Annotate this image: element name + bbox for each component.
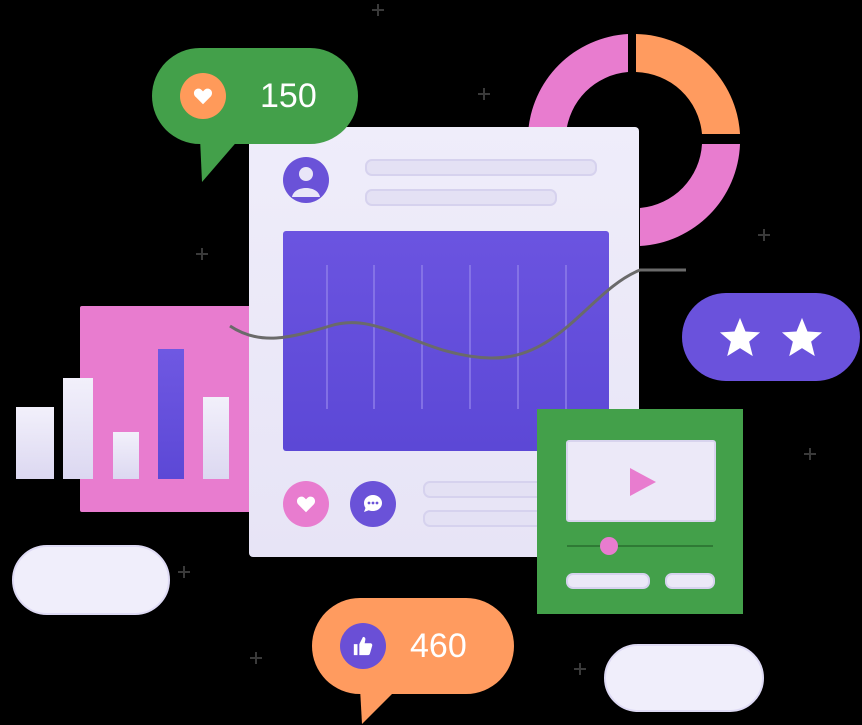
heart-icon [193, 88, 213, 105]
video-progress-handle[interactable] [600, 537, 618, 555]
thumbs-bubble: 460 [312, 598, 514, 694]
star-icon [781, 317, 823, 357]
thumbs-up-icon [353, 636, 373, 656]
social-analytics-illustration: 150 460 [0, 0, 862, 725]
video-screen[interactable] [566, 440, 716, 522]
likes-icon-circle [180, 73, 226, 119]
thumbs-count: 460 [410, 626, 467, 665]
bubble-tail [200, 138, 240, 182]
play-icon [630, 468, 656, 496]
rating-pill [682, 293, 860, 381]
thumbs-icon-circle [340, 623, 386, 669]
likes-count: 150 [260, 76, 317, 115]
decorative-pill [12, 545, 170, 615]
decorative-pill [604, 644, 764, 712]
video-control-pill[interactable] [566, 573, 650, 589]
video-card [537, 409, 743, 614]
video-control-pill[interactable] [665, 573, 715, 589]
star-icon [719, 317, 761, 357]
video-progress-track[interactable] [567, 545, 713, 547]
likes-bubble: 150 [152, 48, 358, 144]
bubble-tail [360, 688, 398, 724]
